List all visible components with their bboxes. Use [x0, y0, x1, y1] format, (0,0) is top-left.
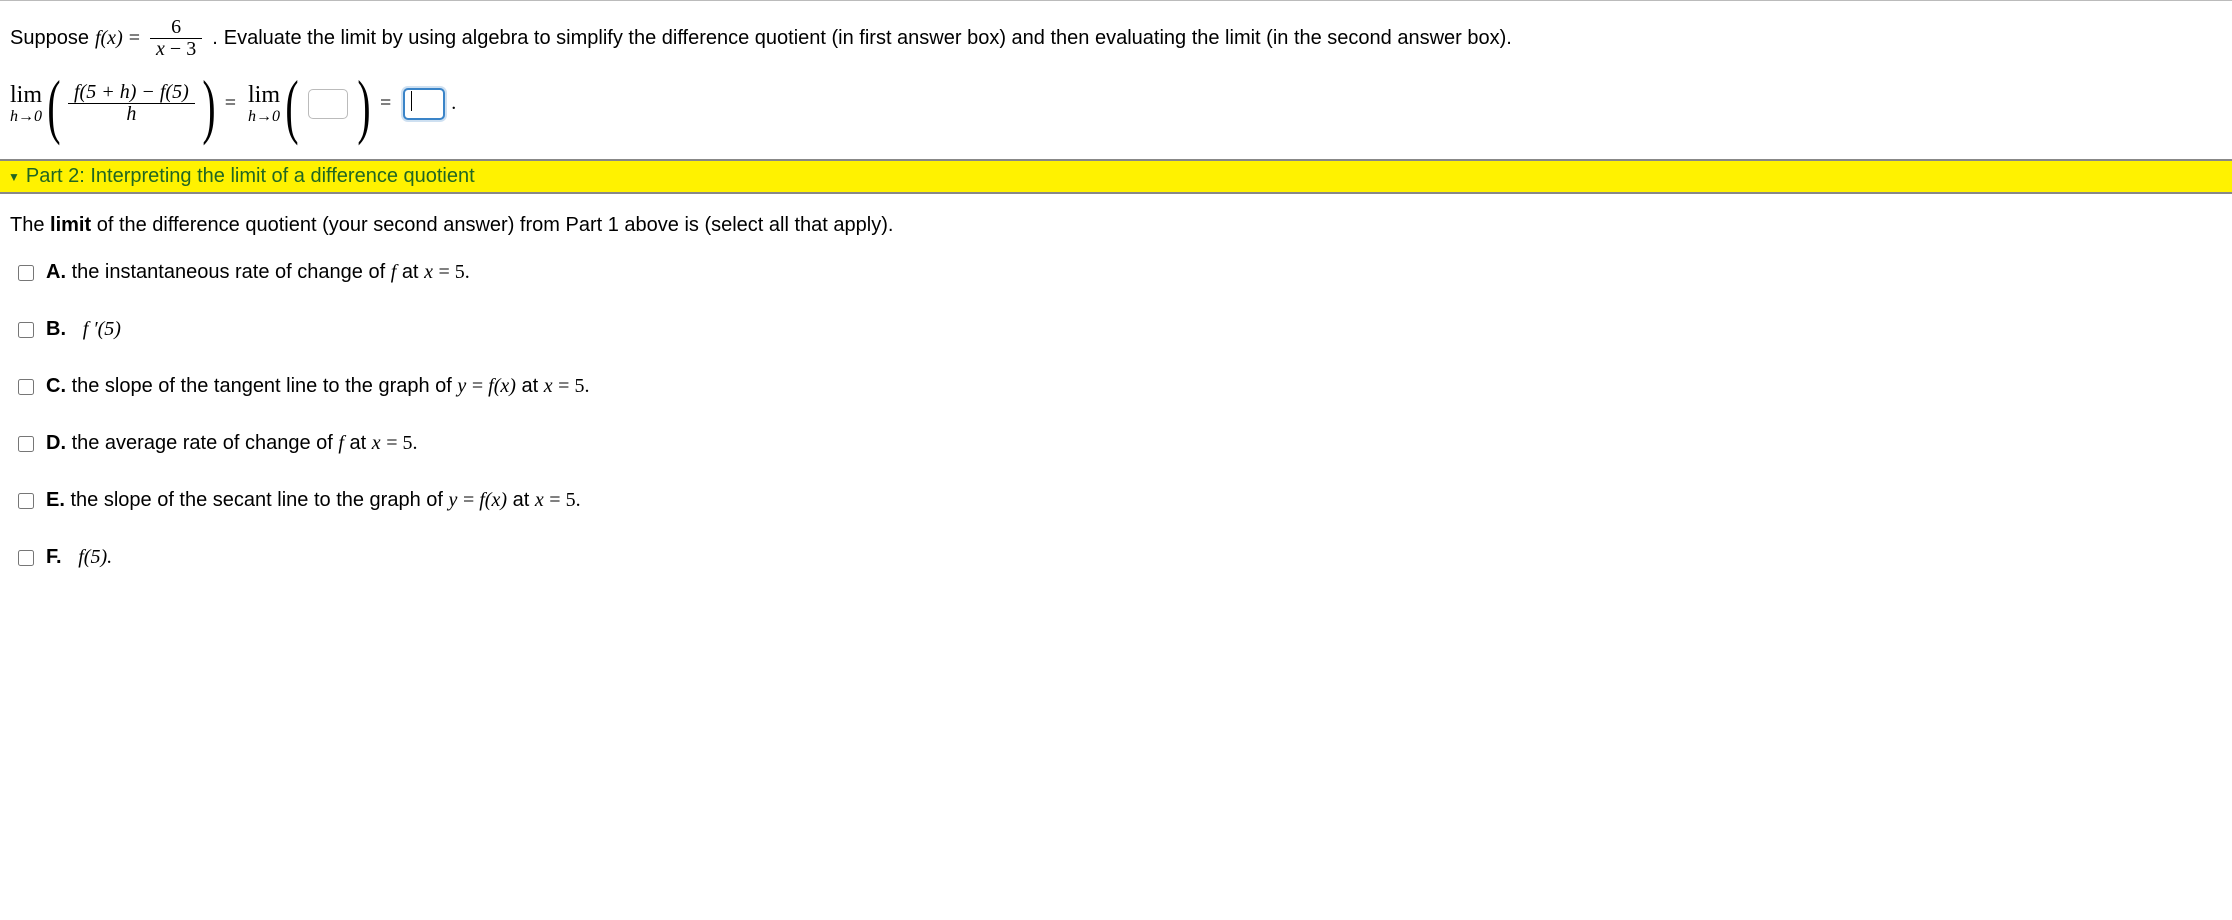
part2-header-bar[interactable]: ▼ Part 2: Interpreting the limit of a di…: [0, 159, 2232, 194]
checkbox-D[interactable]: [18, 436, 34, 452]
difference-quotient-equation: lim h→0 ( f(5 + h) − f(5) h ) = lim h→0 …: [10, 82, 2222, 125]
option-A-label: A.: [46, 261, 66, 283]
lim-2: lim h→0: [248, 83, 280, 125]
fraction-6-over-x-3: 6 x − 3: [150, 17, 202, 60]
option-B-label: B.: [46, 318, 66, 340]
option-A: A. the instantaneous rate of change of f…: [18, 261, 2222, 284]
answer-box-2[interactable]: [403, 88, 445, 120]
text-cursor: [411, 91, 412, 111]
left-paren-1: (: [47, 87, 60, 127]
instruction-text: Evaluate the limit by using algebra to s…: [224, 27, 1512, 50]
dq-numerator: f(5 + h) − f(5): [68, 82, 195, 103]
option-E-label: E.: [46, 489, 65, 511]
equals-sign-3: =: [380, 92, 391, 115]
left-paren-2: (: [285, 87, 298, 127]
lim-1: lim h→0: [10, 83, 42, 125]
checkbox-E[interactable]: [18, 493, 34, 509]
checkbox-A[interactable]: [18, 265, 34, 281]
equals-sign-1: =: [129, 27, 140, 50]
collapse-triangle-icon: ▼: [8, 170, 20, 184]
part2-section: The limit of the difference quotient (yo…: [0, 194, 2232, 599]
option-C: C. the slope of the tangent line to the …: [18, 375, 2222, 398]
part1-section: Suppose f(x) = 6 x − 3 . Evaluate the li…: [0, 1, 2232, 159]
option-B-expr: f ′(5): [83, 318, 121, 340]
suppose-text: Suppose: [10, 27, 89, 50]
option-F-label: F.: [46, 546, 62, 568]
part2-header-text: Part 2: Interpreting the limit of a diff…: [26, 165, 475, 188]
period-1: .: [212, 27, 218, 50]
checkbox-F[interactable]: [18, 550, 34, 566]
option-E: E. the slope of the secant line to the g…: [18, 489, 2222, 512]
part2-prompt: The limit of the difference quotient (yo…: [10, 214, 2222, 237]
dq-denominator: h: [120, 104, 142, 125]
option-D-label: D.: [46, 432, 66, 454]
checkbox-C[interactable]: [18, 379, 34, 395]
fraction-denominator: x − 3: [150, 39, 202, 60]
right-paren-2: ): [357, 87, 370, 127]
option-D: D. the average rate of change of f at x …: [18, 432, 2222, 455]
checkbox-B[interactable]: [18, 322, 34, 338]
fx-label: f(x): [95, 27, 123, 50]
right-paren-1: ): [202, 87, 215, 127]
final-period: .: [451, 92, 456, 115]
equals-sign-2: =: [225, 92, 236, 115]
option-F-expr: f(5).: [78, 546, 112, 568]
option-F: F. f(5).: [18, 546, 2222, 569]
difference-quotient-fraction: f(5 + h) − f(5) h: [68, 82, 195, 125]
answer-box-1[interactable]: [308, 89, 348, 119]
problem-statement: Suppose f(x) = 6 x − 3 . Evaluate the li…: [10, 17, 2222, 60]
fraction-numerator: 6: [165, 17, 187, 38]
option-C-label: C.: [46, 375, 66, 397]
option-B: B. f ′(5): [18, 318, 2222, 341]
